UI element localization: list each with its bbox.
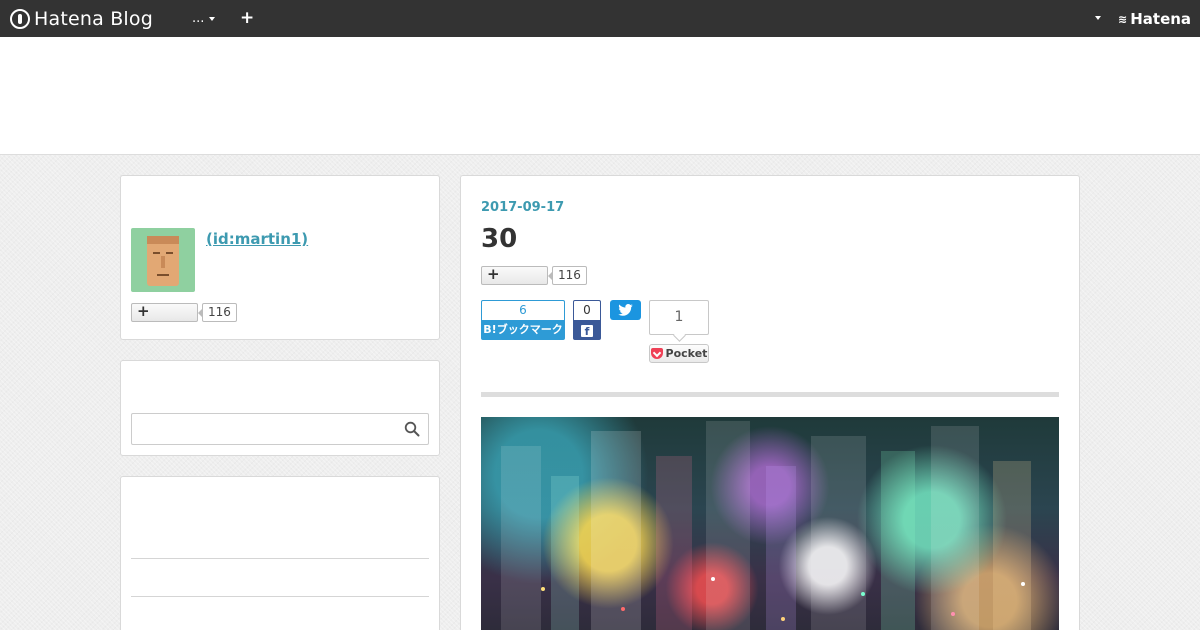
image-light-dot	[711, 577, 715, 581]
hatena-wave-icon: ≋	[1118, 12, 1128, 26]
plus-icon: +	[137, 302, 150, 320]
hatena-blog-logo[interactable]: Hatena Blog	[10, 7, 153, 30]
pocket-button[interactable]: 1 Pocket	[649, 300, 709, 363]
image-light-dot	[951, 612, 955, 616]
hatena-bookmark-button[interactable]: 6 B!ブックマーク	[481, 300, 565, 340]
plus-icon: +	[487, 265, 500, 283]
image-building-shape	[931, 426, 979, 630]
image-building-shape	[993, 461, 1031, 630]
subscriber-count: 116	[198, 303, 237, 322]
avatar-eye	[153, 252, 160, 254]
facebook-share-button[interactable]: 0 f	[573, 300, 601, 340]
profile-module: (id:martin1) + 116	[120, 175, 440, 340]
pocket-label-area: Pocket	[649, 344, 709, 363]
profile-name-link[interactable]: (id:martin1)	[206, 230, 308, 248]
image-building-shape	[551, 476, 579, 630]
article-entry: 2017-09-17 30 + 116 6 B!ブックマーク 0 f 1 Poc…	[460, 175, 1080, 630]
pocket-count: 1	[649, 300, 709, 335]
article-title[interactable]: 30	[481, 224, 517, 254]
image-light-dot	[541, 587, 545, 591]
facebook-icon: f	[581, 324, 593, 338]
top-navbar: Hatena Blog ... + ≋ Hatena	[0, 0, 1200, 37]
more-menu-label: ...	[192, 11, 205, 26]
image-building-shape	[706, 421, 750, 630]
image-building-shape	[591, 431, 641, 630]
avatar[interactable]	[131, 228, 195, 292]
more-menu-button[interactable]: ...	[192, 11, 216, 26]
image-light-dot	[861, 592, 865, 596]
avatar-mouth	[157, 274, 169, 276]
subscriber-count: 116	[548, 266, 587, 285]
hatena-bookmark-count: 6	[481, 300, 565, 320]
facebook-label-area: f	[573, 320, 601, 340]
avatar-nose	[161, 256, 165, 268]
image-light-dot	[1021, 582, 1025, 586]
avatar-head-shape	[147, 236, 179, 286]
pocket-icon	[650, 348, 663, 359]
caret-down-icon	[209, 16, 216, 21]
image-light-dot	[621, 607, 625, 611]
article-subscribe-row: + 116	[481, 265, 587, 285]
avatar-eye	[166, 252, 173, 254]
twitter-share-button[interactable]	[610, 300, 641, 320]
image-light-dot	[781, 617, 785, 621]
search-module	[120, 360, 440, 456]
list-divider	[131, 558, 429, 559]
facebook-count: 0	[573, 300, 601, 320]
profile-subscribe-row: + 116	[131, 302, 237, 322]
hatena-bookmark-label: B!ブックマーク	[481, 320, 565, 340]
pocket-label: Pocket	[665, 347, 708, 360]
hatena-brand-label: Hatena	[1130, 10, 1192, 28]
blog-header-banner	[0, 37, 1200, 155]
image-building-shape	[881, 451, 915, 630]
image-building-shape	[811, 436, 866, 630]
add-button[interactable]: +	[240, 8, 254, 28]
caret-down-icon[interactable]	[1095, 16, 1101, 20]
twitter-bird-icon	[618, 304, 633, 316]
article-date[interactable]: 2017-09-17	[481, 200, 564, 215]
list-divider	[131, 596, 429, 597]
search-icon[interactable]	[404, 421, 420, 437]
hatena-logo-icon	[10, 8, 30, 29]
subscribe-button[interactable]: +	[131, 302, 198, 322]
plus-icon: +	[240, 8, 255, 28]
recent-entries-module	[120, 476, 440, 630]
search-input[interactable]	[131, 413, 429, 445]
image-building-shape	[656, 456, 692, 630]
subscribe-button[interactable]: +	[481, 265, 548, 285]
logo-text: Hatena Blog	[34, 7, 153, 30]
article-cityscape-image[interactable]	[481, 417, 1059, 630]
article-divider	[481, 392, 1059, 397]
image-building-shape	[766, 466, 796, 630]
hatena-account-menu[interactable]: ≋ Hatena	[1118, 10, 1191, 28]
image-building-shape	[501, 446, 541, 630]
